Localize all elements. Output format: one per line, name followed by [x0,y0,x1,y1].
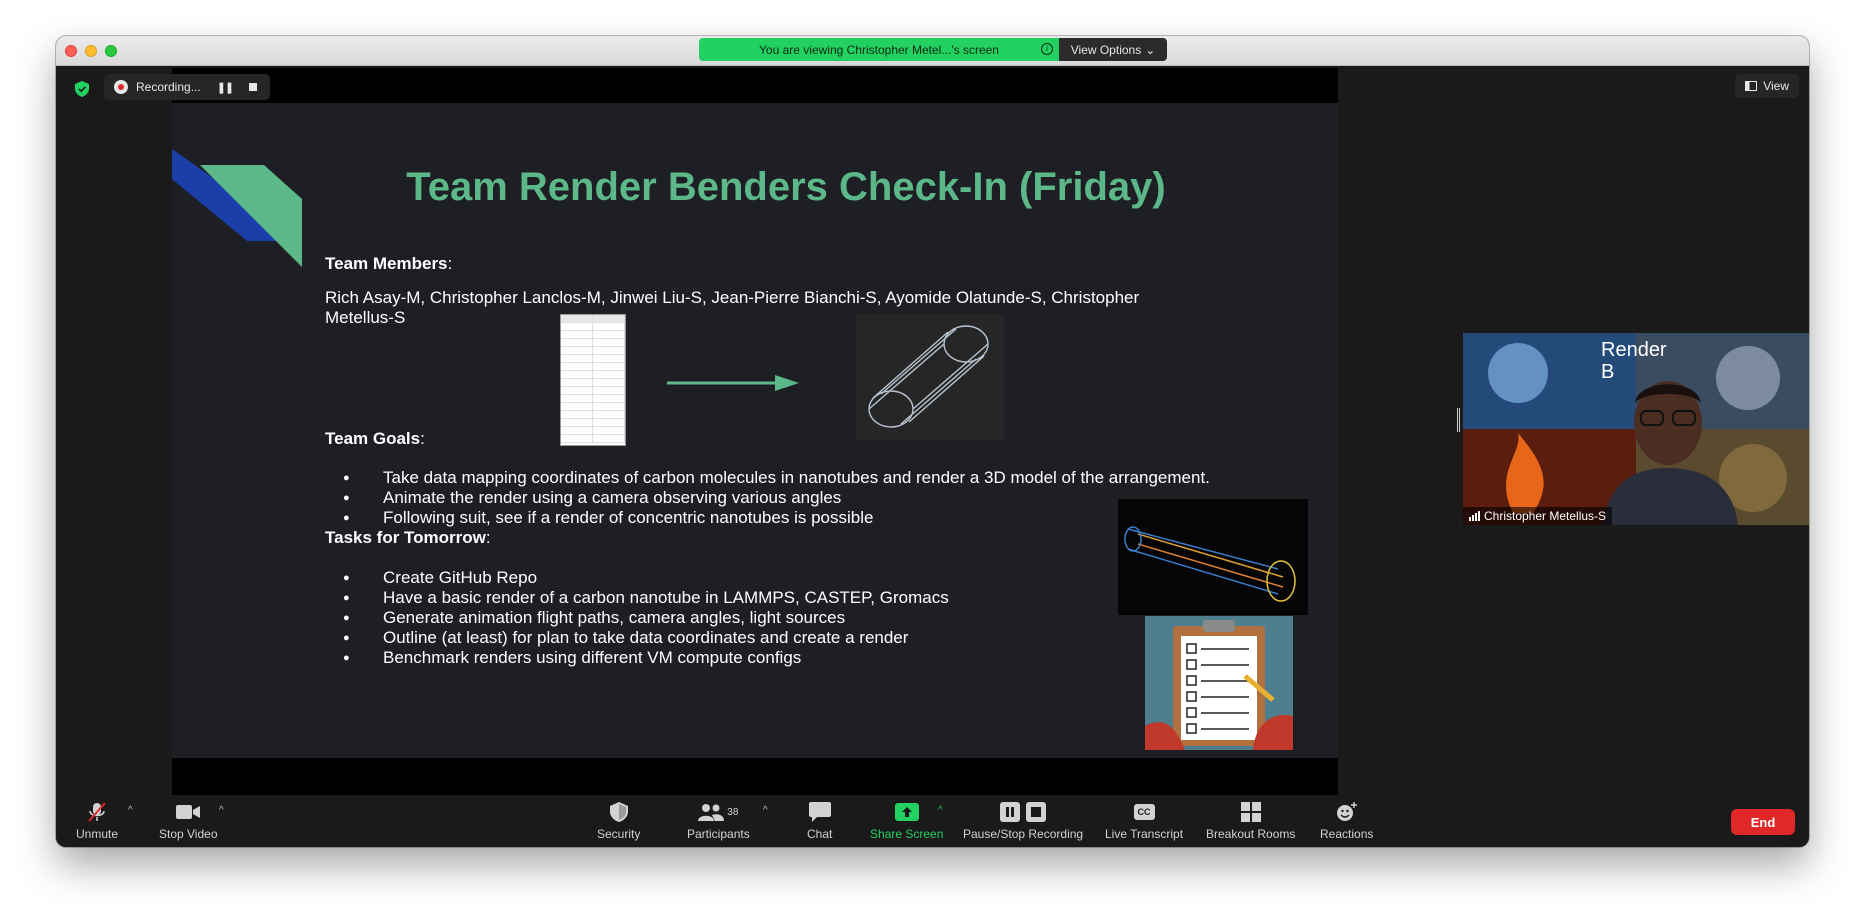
participant-name: Christopher Metellus-S [1484,509,1607,523]
panel-resize-handle[interactable] [1457,408,1460,432]
share-options-caret-icon[interactable]: ^ [938,805,943,816]
smiley-add-icon [1336,801,1358,823]
fullscreen-window-button[interactable] [105,45,117,57]
arrow-right-icon [667,375,799,391]
view-options-button[interactable]: View Options ⌄ [1059,38,1167,61]
chat-button[interactable]: Chat [807,801,832,841]
participants-label: Participants [687,827,750,841]
meeting-toolbar: Unmute ^ Stop Video ^ Security 38 Partic… [56,795,1809,847]
stop-video-button[interactable]: Stop Video [159,801,218,841]
end-meeting-button[interactable]: End [1731,809,1795,835]
security-shield-icon[interactable] [75,81,89,97]
breakout-rooms-label: Breakout Rooms [1206,827,1296,841]
tile-background-text: Render B [1601,339,1667,383]
nanotube-image [856,314,1004,440]
recording-dot-icon [114,80,128,94]
viewing-status: You are viewing Christopher Metel...'s s… [699,38,1059,61]
unmute-button[interactable]: Unmute [76,801,118,841]
participants-count: 38 [727,806,739,818]
pause-stop-icons [1000,801,1047,823]
team-members-line-1: Rich Asay-M, Christopher Lanclos-M, Jinw… [325,288,1140,307]
microphone-muted-icon [86,801,108,823]
live-transcript-button[interactable]: CC Live Transcript [1105,801,1183,841]
security-button[interactable]: Security [597,801,640,841]
tasks-heading: Tasks for Tomorrow: [325,528,491,547]
task-item: Create GitHub Repo [325,568,949,588]
connection-signal-icon [1469,511,1480,521]
task-item: Outline (at least) for plan to take data… [325,628,949,648]
participants-options-caret-icon[interactable]: ^ [763,805,768,816]
reactions-button[interactable]: Reactions [1320,801,1373,841]
chevron-down-icon: ⌄ [1145,42,1156,57]
viewing-banner: You are viewing Christopher Metel...'s s… [699,38,1167,61]
share-screen-button[interactable]: Share Screen [870,801,943,841]
team-goals-heading: Team Goals: [325,429,425,448]
concentric-nanotube-image [1118,499,1308,615]
goals-list: Take data mapping coordinates of carbon … [325,468,1210,528]
tasks-list: Create GitHub Repo Have a basic render o… [325,568,949,668]
share-screen-label: Share Screen [870,827,944,841]
recording-indicator: Recording... ❚❚ [104,74,270,100]
checklist-clipboard-image [1145,616,1293,750]
share-screen-icon [894,801,919,823]
participants-button[interactable]: 38 Participants [687,801,750,841]
title-bar: You are viewing Christopher Metel...'s s… [56,36,1809,66]
info-icon[interactable]: i [1041,43,1053,55]
chat-label: Chat [807,827,833,841]
view-button-label: View [1763,79,1789,93]
task-item: Have a basic render of a carbon nanotube… [325,588,949,608]
closed-caption-icon: CC [1133,801,1155,823]
stop-recording-icon[interactable] [249,83,258,91]
goal-item: Following suit, see if a render of conce… [325,508,1210,528]
goal-item: Animate the render using a camera observ… [325,488,1210,508]
security-label: Security [597,827,641,841]
live-transcript-label: Live Transcript [1105,827,1184,841]
unmute-label: Unmute [76,827,119,841]
chat-bubble-icon [808,801,831,823]
pause-stop-recording-button[interactable]: Pause/Stop Recording [963,801,1083,841]
breakout-rooms-button[interactable]: Breakout Rooms [1206,801,1295,841]
presentation-slide: Team Render Benders Check-In (Friday) Te… [172,103,1338,758]
viewing-status-text: You are viewing Christopher Metel...'s s… [759,42,999,57]
meeting-stage: Recording... ❚❚ View Team Render Benders… [56,66,1809,795]
goal-item: Take data mapping coordinates of carbon … [325,468,1210,488]
slide-title: Team Render Benders Check-In (Friday) [406,165,1166,209]
minimize-window-button[interactable] [85,45,97,57]
coordinates-table-image [560,314,626,446]
zoom-window: You are viewing Christopher Metel...'s s… [56,36,1809,847]
pause-stop-recording-label: Pause/Stop Recording [963,827,1084,841]
view-options-label: View Options [1070,42,1142,57]
view-layout-icon [1745,81,1758,91]
view-button[interactable]: View [1735,74,1799,98]
close-window-button[interactable] [65,45,77,57]
task-item: Benchmark renders using different VM com… [325,648,949,668]
audio-options-caret-icon[interactable]: ^ [128,805,133,816]
task-item: Generate animation flight paths, camera … [325,608,949,628]
recording-label: Recording... [136,80,201,94]
pause-recording-icon[interactable]: ❚❚ [217,81,234,94]
reactions-label: Reactions [1320,827,1374,841]
participants-icon: 38 [698,801,738,823]
participant-video-tile[interactable]: Render B Christopher Metellus-S [1463,333,1809,525]
stop-video-label: Stop Video [159,827,218,841]
team-members-heading: Team Members: [325,254,453,273]
team-members-line-2: Metellus-S [325,308,406,327]
video-options-caret-icon[interactable]: ^ [219,805,224,816]
participant-name-label: Christopher Metellus-S [1463,507,1613,525]
video-camera-icon [176,801,201,823]
breakout-rooms-icon [1240,801,1261,823]
shield-icon [609,801,628,823]
